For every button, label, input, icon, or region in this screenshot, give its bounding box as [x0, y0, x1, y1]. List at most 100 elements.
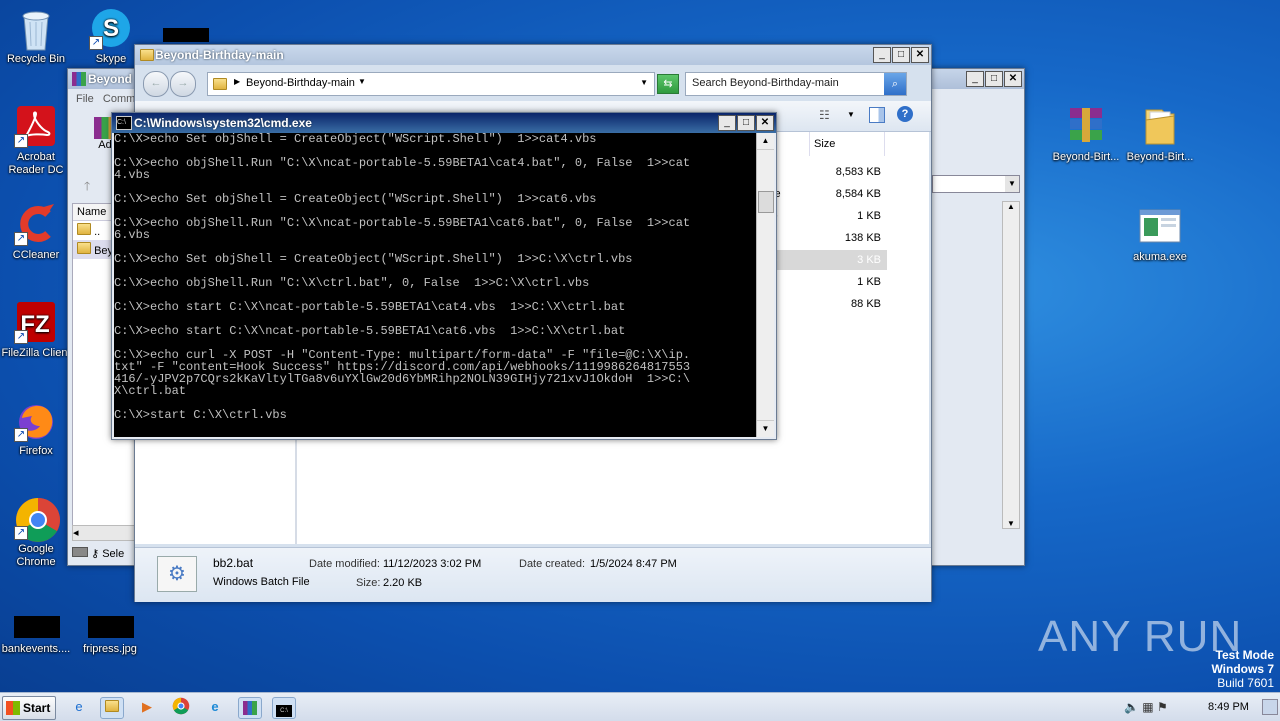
- desktop-icon-beyond-rar[interactable]: Beyond-Birt...: [1048, 104, 1124, 164]
- breadcrumb[interactable]: Beyond-Birthday-main: [246, 77, 355, 89]
- table-row[interactable]: 88 KB: [767, 294, 887, 314]
- details-file-type: Windows Batch File: [213, 576, 310, 588]
- console-line: C:\X>echo start C:\X\ncat-portable-5.59B…: [114, 300, 626, 314]
- cmd-console[interactable]: C:\X>echo Set objShell = CreateObject("W…: [114, 133, 756, 437]
- column-size-header[interactable]: Size: [809, 132, 885, 156]
- desktop-icon-recycle-bin[interactable]: Recycle Bin: [0, 6, 74, 66]
- test-mode-text: Test Mode Windows 7 Build 7601: [1211, 648, 1274, 690]
- network-icon[interactable]: ▦: [1142, 700, 1153, 714]
- table-row[interactable]: 1 KB: [767, 272, 887, 292]
- forward-button[interactable]: →: [170, 71, 196, 97]
- console-line: 4.vbs: [114, 168, 151, 182]
- batch-file-icon: ⚙: [157, 556, 197, 592]
- desktop-icon-bankevents[interactable]: bankevents....: [0, 616, 74, 656]
- desktop-icon-label: bankevents....: [1, 643, 71, 655]
- redacted-icon: [163, 28, 209, 42]
- cmd-window[interactable]: C:\ C:\Windows\system32\cmd.exe _ □ ✕ C:…: [111, 112, 777, 440]
- close-button[interactable]: ✕: [911, 47, 929, 63]
- folder-icon: [213, 78, 227, 90]
- chrome-taskbar-icon[interactable]: [170, 697, 192, 717]
- background-window-title: Beyond: [88, 72, 133, 86]
- maximize-button[interactable]: □: [737, 115, 755, 131]
- console-line: 416/-yJPV2p7CQrs2kKaVltylTGa8v6uYXlGw20d…: [114, 372, 691, 386]
- shortcut-arrow-icon: ↗: [14, 330, 28, 344]
- cmd-titlebar[interactable]: C:\ C:\Windows\system32\cmd.exe _ □ ✕: [112, 113, 776, 133]
- search-box[interactable]: Search Beyond-Birthday-main ⌕: [685, 72, 907, 96]
- address-dropdown-icon[interactable]: ▼: [640, 78, 648, 87]
- close-button[interactable]: ✕: [756, 115, 774, 131]
- table-row-selected[interactable]: le3 KB: [767, 250, 887, 270]
- shortcut-arrow-icon: ↗: [14, 526, 28, 540]
- cmd-icon: C:\: [116, 116, 132, 130]
- scroll-thumb[interactable]: [758, 191, 774, 213]
- desktop-icon-ccleaner[interactable]: ↗ CCleaner: [0, 202, 74, 262]
- views-icon[interactable]: ☷: [819, 108, 830, 122]
- start-button[interactable]: Start: [2, 696, 56, 720]
- desktop-icon-firefox[interactable]: ↗ Firefox: [0, 398, 74, 458]
- help-icon[interactable]: ?: [897, 106, 913, 122]
- minimize-button[interactable]: _: [718, 115, 736, 131]
- shortcut-arrow-icon: ↗: [14, 428, 28, 442]
- cmd-taskbar-icon[interactable]: C:\: [272, 697, 296, 719]
- horizontal-scrollbar[interactable]: ◂: [72, 525, 136, 541]
- explorer-taskbar-icon[interactable]: [100, 697, 124, 719]
- minimize-button[interactable]: _: [966, 71, 984, 87]
- details-size-value: 2.20 KB: [383, 577, 423, 589]
- clock[interactable]: 8:49 PM: [1208, 701, 1249, 713]
- test-mode-line3: Build 7601: [1217, 676, 1274, 690]
- desktop-icon-label: Recycle Bin: [6, 53, 66, 65]
- recycle-bin-icon: [14, 6, 58, 51]
- maximize-button[interactable]: □: [892, 47, 910, 63]
- breadcrumb-chevron-icon[interactable]: ▼: [358, 77, 366, 86]
- up-arrow-icon[interactable]: 🡑: [84, 177, 90, 198]
- filezilla-icon: FZ ↗: [14, 300, 58, 344]
- scroll-down-icon[interactable]: ▼: [757, 420, 774, 437]
- desktop-icon-chrome[interactable]: ↗ Google Chrome: [0, 496, 74, 569]
- desktop-icon-akuma[interactable]: akuma.exe: [1122, 204, 1198, 264]
- table-row[interactable]: 8,583 KB: [767, 162, 887, 182]
- refresh-button[interactable]: ⇆: [657, 74, 679, 94]
- desktop-icon-acrobat[interactable]: ↗ Acrobat Reader DC: [0, 104, 74, 177]
- search-input[interactable]: Search Beyond-Birthday-main: [692, 77, 839, 89]
- cmd-window-controls: _ □ ✕: [718, 115, 774, 131]
- action-center-flag-icon[interactable]: ⚑: [1157, 700, 1168, 714]
- search-icon[interactable]: ⌕: [884, 73, 906, 95]
- volume-icon[interactable]: 🔈: [1124, 700, 1139, 714]
- address-bar[interactable]: ▶ Beyond-Birthday-main ▼ ▼: [207, 72, 655, 96]
- menu-file[interactable]: File: [76, 93, 94, 105]
- explorer-titlebar[interactable]: Beyond-Birthday-main _ □ ✕: [135, 45, 931, 65]
- explorer-window-title: Beyond-Birthday-main: [155, 48, 284, 62]
- background-statusbar: ⚷ Sele: [72, 547, 124, 560]
- desktop-icon-fripress[interactable]: fripress.jpg: [72, 616, 148, 656]
- table-row[interactable]: 138 KB: [767, 228, 887, 248]
- cmd-vertical-scrollbar[interactable]: ▲ ▼: [756, 133, 774, 437]
- close-button[interactable]: ✕: [1004, 71, 1022, 87]
- scroll-up-icon[interactable]: ▲: [757, 133, 774, 150]
- desktop-icon-beyond-folder[interactable]: Beyond-Birt...: [1122, 104, 1198, 164]
- back-button[interactable]: ←: [143, 71, 169, 97]
- background-vertical-scrollbar[interactable]: ▲ ▼: [1002, 201, 1020, 529]
- ie-icon[interactable]: e: [68, 697, 90, 717]
- folder-icon: [1138, 104, 1182, 148]
- table-row[interactable]: le1 KB: [767, 206, 887, 226]
- ccleaner-icon: ↗: [14, 202, 58, 246]
- acrobat-icon: ↗: [14, 104, 58, 148]
- details-modified-value: 11/12/2023 3:02 PM: [383, 558, 482, 570]
- background-path-combobox[interactable]: ▼: [932, 175, 1020, 193]
- maximize-button[interactable]: □: [985, 71, 1003, 87]
- views-dropdown-icon[interactable]: ▼: [847, 110, 855, 119]
- winrar-taskbar-icon[interactable]: [238, 697, 262, 719]
- console-line: C:\X>echo Set objShell = CreateObject("W…: [114, 252, 633, 266]
- show-desktop-button[interactable]: [1262, 699, 1278, 715]
- edge-icon[interactable]: e: [204, 697, 226, 717]
- key-icon: ⚷: [91, 548, 100, 560]
- media-player-icon[interactable]: ▶: [136, 697, 158, 717]
- menu-commands[interactable]: Comm: [103, 93, 135, 105]
- background-window-controls: _ □ ✕: [966, 71, 1022, 87]
- console-line: 6.vbs: [114, 228, 151, 242]
- status-text: Sele: [102, 548, 125, 560]
- preview-pane-icon[interactable]: [869, 107, 885, 123]
- desktop-icon-filezilla[interactable]: FZ ↗ FileZilla Client: [0, 300, 74, 360]
- table-row[interactable]: ve8,584 KB: [767, 184, 887, 204]
- minimize-button[interactable]: _: [873, 47, 891, 63]
